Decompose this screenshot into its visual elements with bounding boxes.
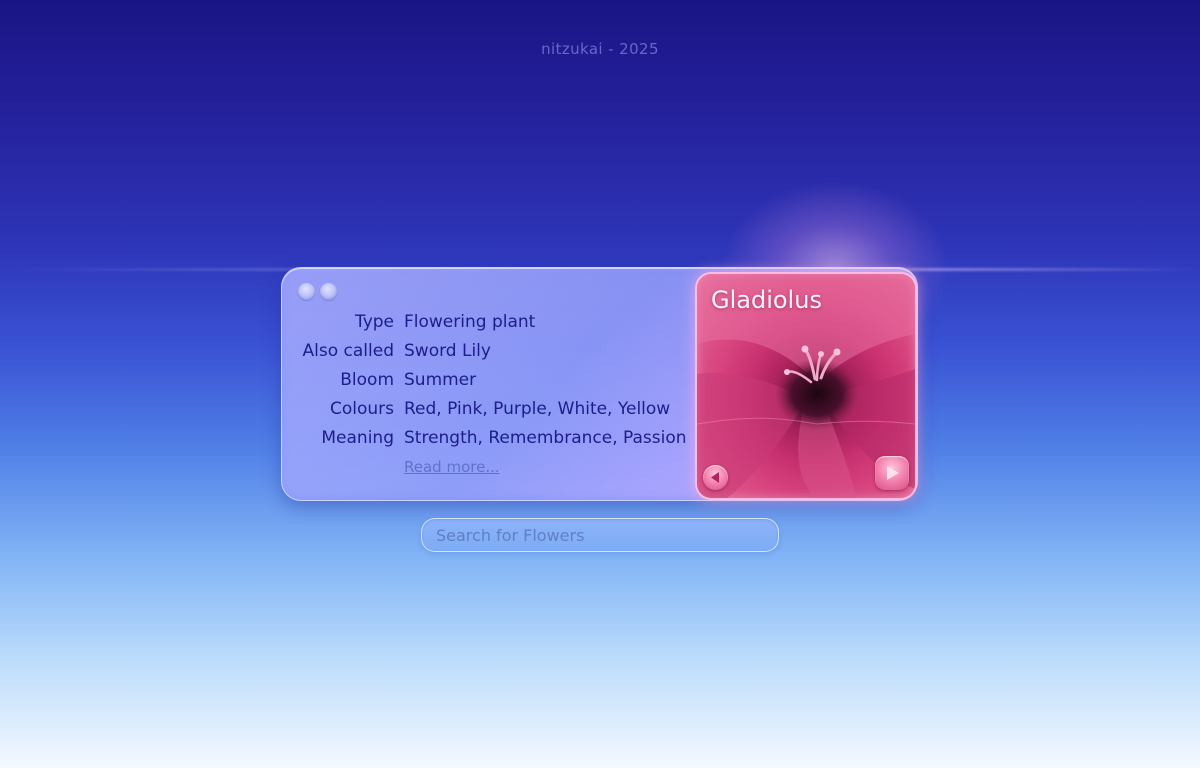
info-label: Colours (329, 399, 394, 419)
window-controls (298, 283, 337, 300)
flower-name: Gladiolus (711, 286, 822, 314)
minimize-window-icon[interactable] (320, 283, 337, 300)
search-input[interactable] (422, 519, 778, 551)
info-label: Bloom (340, 370, 394, 390)
next-button[interactable] (875, 456, 909, 490)
info-label: Type (354, 312, 394, 332)
previous-button[interactable] (703, 465, 728, 490)
play-left-icon (711, 472, 719, 483)
read-more-link[interactable]: Read more... (404, 458, 500, 476)
close-window-icon[interactable] (298, 283, 315, 300)
flower-widget: Type Flowering plant Also called Sword L… (281, 267, 918, 501)
play-right-icon (887, 466, 899, 480)
info-label: Meaning (321, 428, 394, 448)
info-value: Summer (404, 370, 477, 390)
flower-photo-card: Gladiolus (695, 272, 917, 500)
info-value: Strength, Remembrance, Passion (404, 428, 687, 448)
info-value: Red, Pink, Purple, White, Yellow (404, 399, 671, 419)
info-value: Sword Lily (404, 341, 491, 361)
search-box (421, 518, 779, 552)
credit-text: nitzukai - 2025 (541, 40, 659, 58)
info-value: Flowering plant (404, 312, 536, 332)
info-label: Also called (302, 341, 394, 361)
